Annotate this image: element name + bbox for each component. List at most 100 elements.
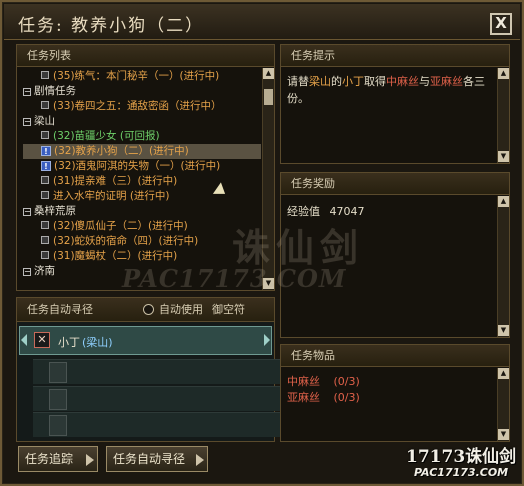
quest-bullet-icon	[41, 251, 49, 259]
quest-bullet-icon	[41, 236, 49, 244]
quest-alert-icon: !	[41, 146, 51, 156]
hint-fragment: 请替	[287, 75, 309, 88]
quest-bullet-icon	[41, 191, 49, 199]
quest-label: (35)练气：本门秘辛（一）(进行中)	[53, 70, 220, 82]
tree-quest[interactable]: ! (32)教养小狗（二）(进行中)	[23, 144, 261, 159]
empty-path-slot	[33, 386, 288, 411]
auto-path-entry[interactable]: ✕ 小丁 (梁山)	[19, 326, 272, 355]
task-track-label: 任务追踪	[25, 452, 74, 466]
close-button[interactable]: X	[490, 13, 512, 35]
hint-text: 请替梁山的小丁取得中麻丝与亚麻丝各三份。	[287, 73, 487, 107]
slot-icon	[49, 362, 67, 383]
collapse-icon[interactable]: −	[23, 208, 31, 216]
quest-label: 进入水牢的证明 (进行中)	[53, 190, 170, 202]
items-scrollbar[interactable]: ▲ ▼	[497, 368, 509, 441]
hint-fragment: 亚麻丝	[430, 75, 463, 88]
hint-fragment: 取得	[364, 75, 386, 88]
item-name: 中麻丝	[287, 375, 320, 388]
hint-fragment: 与	[419, 75, 430, 88]
hint-scrollbar[interactable]: ▲ ▼	[497, 68, 509, 163]
empty-path-slot	[33, 412, 288, 437]
corner-logo-brand: 17173诛仙剑	[406, 447, 517, 467]
window-title: 任务: 教养小狗（二）	[18, 16, 205, 36]
scroll-down-icon[interactable]: ▼	[498, 151, 509, 162]
flying-charm-label: 御空符	[212, 303, 245, 316]
auto-path-header: 任务自动寻径 自动使用 御空符	[17, 298, 274, 322]
tree-quest[interactable]: (31)魔蝎杖（二）(进行中)	[23, 249, 261, 264]
quest-label: (32)教养小狗（二）(进行中)	[54, 145, 189, 157]
task-list-header: 任务列表	[17, 45, 274, 67]
scroll-up-icon[interactable]: ▲	[263, 68, 274, 79]
auto-path-title: 任务自动寻径	[27, 303, 93, 316]
quest-bullet-icon	[41, 71, 49, 79]
auto-use-label: 自动使用	[159, 303, 203, 316]
scroll-up-icon[interactable]: ▲	[498, 196, 509, 207]
collapse-icon[interactable]: −	[23, 88, 31, 96]
scroll-down-icon[interactable]: ▼	[498, 429, 509, 440]
scroll-thumb[interactable]	[264, 89, 273, 105]
task-track-button[interactable]: 任务追踪	[18, 446, 98, 472]
entry-left-arrow-icon	[21, 334, 27, 346]
tree-quest[interactable]: (33)卷四之五：通敌密函（进行中）	[23, 99, 261, 114]
slot-icon	[49, 389, 67, 410]
quest-label: (32)傻瓜仙子（二）(进行中)	[53, 220, 188, 232]
item-row: 中麻丝 (0/3)	[287, 373, 360, 389]
corner-logo: 17173诛仙剑 PAC17173.COM	[406, 440, 518, 484]
collapse-icon[interactable]: −	[23, 118, 31, 126]
quest-bullet-icon	[41, 176, 49, 184]
collapse-icon[interactable]: −	[23, 268, 31, 276]
corner-logo-site: PAC17173.COM	[414, 466, 509, 479]
tree-quest[interactable]: ! (32)酒鬼阿淇的失物（一）(进行中)	[23, 159, 261, 174]
hint-header: 任务提示	[281, 45, 509, 67]
npc-location: (梁山)	[82, 336, 113, 349]
arrow-right-icon	[86, 454, 94, 466]
items-panel: 任务物品 中麻丝 (0/3) 亚麻丝 (0/3) ▲ ▼	[280, 344, 510, 442]
watermark-site: PAC17173.COM	[122, 264, 347, 293]
category-label: 济南	[34, 265, 55, 277]
reward-scrollbar[interactable]: ▲ ▼	[497, 196, 509, 337]
reward-header: 任务奖励	[281, 173, 509, 195]
category-label: 剧情任务	[34, 85, 76, 97]
item-count: (0/3)	[333, 375, 360, 388]
title-bar[interactable]: 任务: 教养小狗（二） X	[4, 4, 520, 40]
entry-right-arrow-icon	[264, 334, 270, 346]
item-count: (0/3)	[333, 391, 360, 404]
auto-path-panel: 任务自动寻径 自动使用 御空符 ✕ 小丁 (梁山)	[16, 297, 288, 442]
quest-bullet-icon	[41, 131, 49, 139]
item-name: 亚麻丝	[287, 391, 320, 404]
auto-use-checkbox[interactable]	[143, 304, 154, 315]
items-header: 任务物品	[281, 345, 509, 367]
npc-portrait-icon: ✕	[34, 332, 50, 348]
auto-path-button-label: 任务自动寻径	[113, 452, 186, 466]
npc-name: 小丁	[58, 336, 80, 349]
category-label: 梁山	[34, 115, 55, 127]
quest-bullet-icon	[41, 101, 49, 109]
quest-bullet-icon	[41, 221, 49, 229]
tree-category[interactable]: − 桑梓荒原	[23, 204, 261, 219]
item-row: 亚麻丝 (0/3)	[287, 389, 360, 405]
quest-alert-icon: !	[41, 161, 51, 171]
tree-quest[interactable]: (32)苗疆少女 (可回报)	[23, 129, 261, 144]
quest-label: (31)提亲难（三）(进行中)	[53, 175, 178, 187]
quest-label: (33)卷四之五：通敌密函（进行中）	[53, 100, 222, 112]
hint-fragment: 的	[331, 75, 342, 88]
tree-category[interactable]: − 剧情任务	[23, 84, 261, 99]
tree-quest[interactable]: (32)蛇妖的宿命（四）(进行中)	[23, 234, 261, 249]
tree-quest[interactable]: (35)练气：本门秘辛（一）(进行中)	[23, 69, 261, 84]
hint-fragment: 小丁	[342, 75, 364, 88]
quest-label: (32)苗疆少女 (可回报)	[53, 130, 160, 142]
auto-path-button[interactable]: 任务自动寻径	[106, 446, 208, 472]
empty-path-slot	[33, 359, 288, 384]
tree-category[interactable]: − 梁山	[23, 114, 261, 129]
quest-window: 任务: 教养小狗（二） X 任务列表 (35)练气：本门秘辛（一）(进行中) − 剧…	[0, 0, 524, 486]
arrow-right-icon	[196, 454, 204, 466]
quest-label: (31)魔蝎杖（二）(进行中)	[53, 250, 178, 262]
scroll-up-icon[interactable]: ▲	[498, 368, 509, 379]
category-label: 桑梓荒原	[34, 205, 76, 217]
quest-label: (32)酒鬼阿淇的失物（一）(进行中)	[54, 160, 221, 172]
scroll-up-icon[interactable]: ▲	[498, 68, 509, 79]
tree-quest[interactable]: (32)傻瓜仙子（二）(进行中)	[23, 219, 261, 234]
scroll-down-icon[interactable]: ▼	[498, 325, 509, 336]
slot-icon	[49, 415, 67, 436]
hint-fragment: 中麻丝	[386, 75, 419, 88]
